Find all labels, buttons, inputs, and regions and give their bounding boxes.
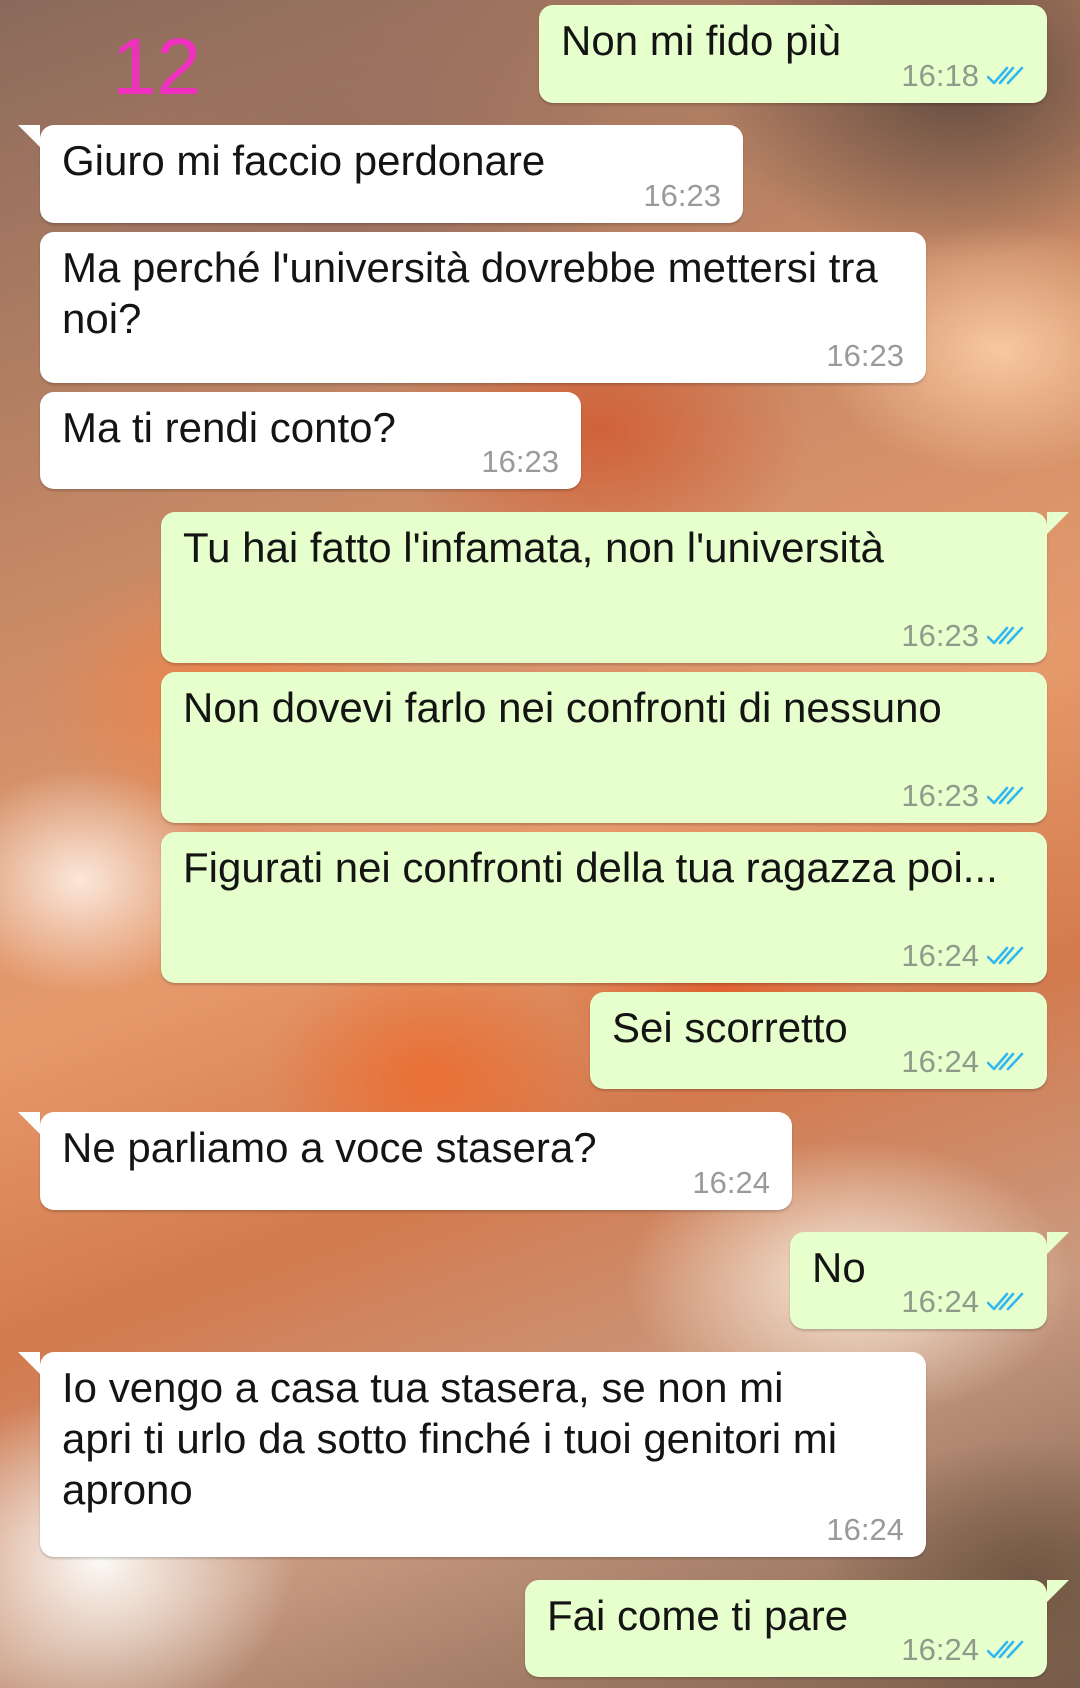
message-meta: 16:23 (643, 179, 721, 213)
message-text: Giuro mi faccio perdonare (62, 137, 546, 184)
double-check-read-icon (987, 66, 1024, 85)
double-check-read-icon (987, 786, 1024, 805)
message-time: 16:18 (901, 58, 979, 93)
message-text: Figurati nei confronti della tua ragazza… (183, 844, 998, 891)
message-time: 16:23 (901, 618, 979, 653)
message-bubble-outgoing[interactable]: Sei scorretto 16:24 (590, 992, 1047, 1089)
message-meta: 16:18 (901, 59, 1025, 93)
message-meta: 16:24 (826, 1513, 904, 1547)
double-check-read-icon (987, 1640, 1024, 1659)
message-meta: 16:23 (826, 339, 904, 373)
message-meta: 16:24 (901, 1285, 1025, 1319)
message-bubble-outgoing[interactable]: Non mi fido più 16:18 (539, 5, 1047, 103)
message-bubble-outgoing[interactable]: No 16:24 (790, 1232, 1069, 1329)
message-meta: 16:24 (901, 939, 1025, 973)
message-meta: 16:24 (901, 1633, 1025, 1667)
message-time: 16:24 (692, 1165, 770, 1200)
message-text: Ma perché l'università dovrebbe mettersi… (62, 244, 890, 342)
message-time: 16:23 (901, 778, 979, 813)
message-time: 16:24 (901, 1632, 979, 1667)
message-time: 16:23 (826, 338, 904, 373)
message-time: 16:23 (643, 178, 721, 213)
message-time: 16:23 (481, 444, 559, 479)
message-time: 16:24 (901, 1044, 979, 1079)
message-bubble-outgoing[interactable]: Tu hai fatto l'infamata, non l'universit… (161, 512, 1069, 663)
page-number-label: 12 (112, 22, 201, 111)
message-text: Tu hai fatto l'infamata, non l'universit… (183, 524, 884, 571)
message-meta: 16:23 (901, 619, 1025, 653)
double-check-read-icon (987, 946, 1024, 965)
message-bubble-outgoing[interactable]: Non dovevi farlo nei confronti di nessun… (161, 672, 1047, 823)
double-check-read-icon (987, 1052, 1024, 1071)
message-bubble-incoming[interactable]: Io vengo a casa tua stasera, se non mi a… (18, 1352, 926, 1557)
message-meta: 16:24 (901, 1045, 1025, 1079)
message-bubble-incoming[interactable]: Ne parliamo a voce stasera? 16:24 (18, 1112, 792, 1210)
message-meta: 16:24 (692, 1166, 770, 1200)
message-meta: 16:23 (901, 779, 1025, 813)
message-bubble-incoming[interactable]: Giuro mi faccio perdonare 16:23 (18, 125, 743, 223)
message-time: 16:24 (826, 1512, 904, 1547)
message-bubble-incoming[interactable]: Ma ti rendi conto? 16:23 (40, 392, 581, 489)
message-meta: 16:23 (481, 445, 559, 479)
message-bubble-outgoing[interactable]: Figurati nei confronti della tua ragazza… (161, 832, 1047, 983)
message-bubble-incoming[interactable]: Ma perché l'università dovrebbe mettersi… (40, 232, 926, 383)
double-check-read-icon (987, 626, 1024, 645)
message-text: Ne parliamo a voce stasera? (62, 1124, 597, 1171)
message-bubble-outgoing[interactable]: Fai come ti pare 16:24 (525, 1580, 1069, 1677)
message-text: Non dovevi farlo nei confronti di nessun… (183, 684, 942, 731)
message-time: 16:24 (901, 938, 979, 973)
double-check-read-icon (987, 1292, 1024, 1311)
message-time: 16:24 (901, 1284, 979, 1319)
message-text: Io vengo a casa tua stasera, se non mi a… (62, 1364, 849, 1513)
